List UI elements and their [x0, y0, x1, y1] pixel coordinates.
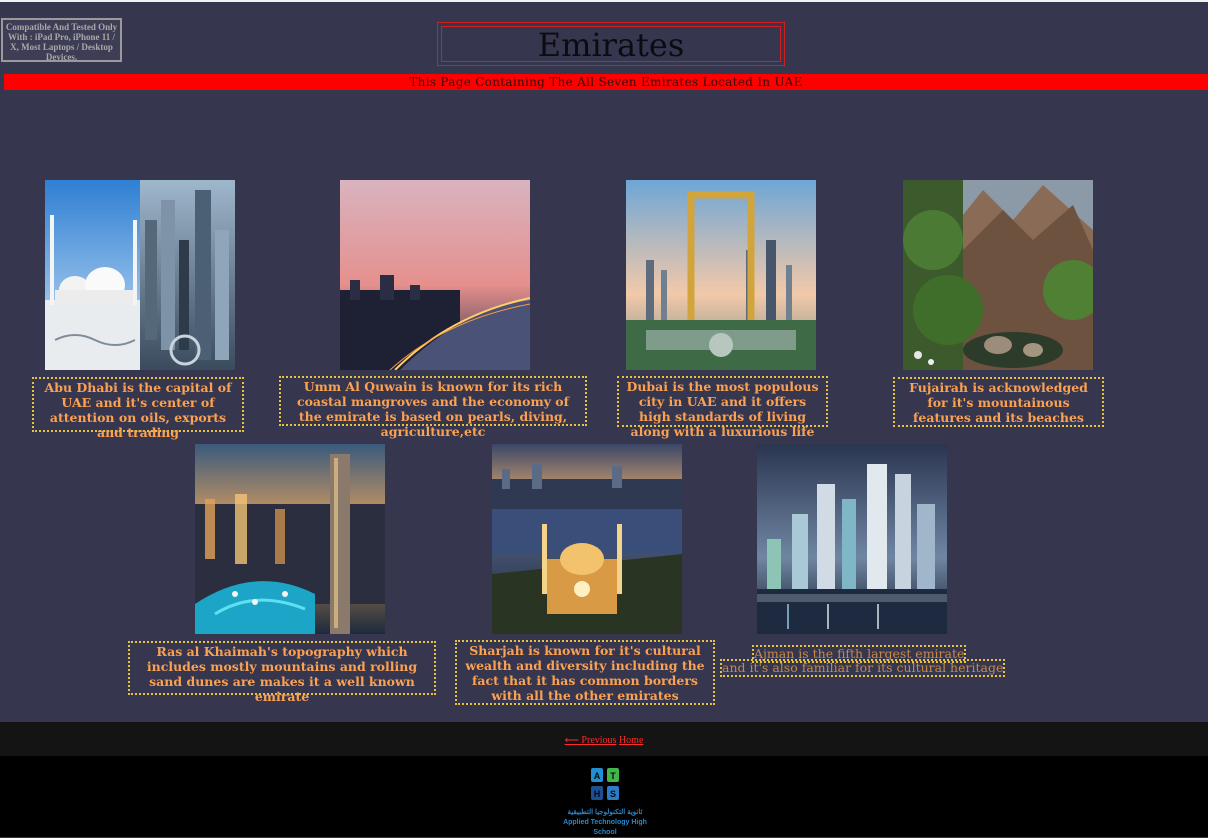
fujairah-caption: Fujairah is acknowledged for it's mounta…	[893, 377, 1104, 427]
logo-letter-a: A	[594, 771, 601, 781]
page-title-box: Emirates	[437, 22, 785, 66]
logo-letter-s: S	[610, 789, 616, 799]
umm-al-quwain-caption: Umm Al Quwain is known for its rich coas…	[279, 376, 587, 439]
logo-letter-h: H	[594, 789, 601, 799]
fujairah-image	[903, 180, 1093, 370]
page-title: Emirates	[441, 26, 781, 63]
dubai-image	[626, 180, 816, 370]
school-name-english: Applied Technology High School	[563, 819, 647, 836]
ajman-caption-line2: and it's also familiar for its cultural …	[720, 659, 1006, 677]
home-link[interactable]: Home	[619, 735, 643, 746]
ras-al-khaimah-image	[195, 444, 385, 634]
abu-dhabi-caption: Abu Dhabi is the capital of UAE and it's…	[32, 377, 244, 440]
ajman-caption-line2-text: and it's also familiar for its cultural …	[720, 659, 1006, 677]
sharjah-image	[492, 444, 682, 634]
ras-al-khaimah-caption: Ras al Khaimah's topography which includ…	[128, 641, 436, 704]
school-name-arabic: ثانوية التكنولوجيا التطبيقية	[567, 809, 643, 816]
abu-dhabi-image	[45, 180, 235, 370]
previous-link[interactable]: ⟵ Previous	[565, 735, 617, 746]
footer-navigation: ⟵ Previous Home	[0, 722, 1208, 756]
compatibility-note: Compatible And Tested Only With : iPad P…	[1, 18, 122, 62]
page-subtitle-banner: This Page Containing The All Seven Emira…	[4, 74, 1208, 90]
top-border	[0, 0, 1208, 2]
sharjah-caption: Sharjah is known for it's cultural wealt…	[455, 640, 715, 705]
umm-al-quwain-image	[340, 180, 530, 370]
dubai-caption: Dubai is the most populous city in UAE a…	[617, 376, 828, 439]
school-logo-caption: ثانوية التكنولوجيا التطبيقية Applied Tec…	[555, 808, 655, 838]
logo-letter-t: T	[610, 771, 616, 781]
ajman-image	[757, 444, 947, 634]
